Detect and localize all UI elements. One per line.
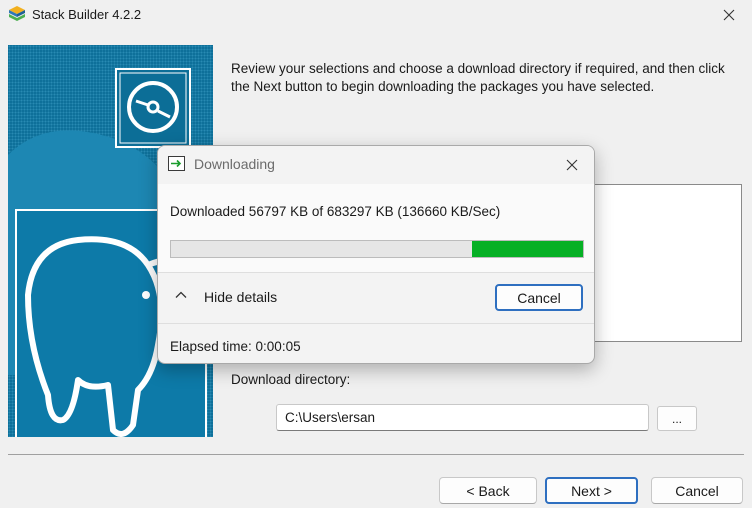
dialog-close-button[interactable] (562, 155, 582, 175)
dialog-title: Downloading (194, 156, 275, 172)
download-directory-label: Download directory: (231, 372, 351, 387)
dialog-cancel-button[interactable]: Cancel (495, 284, 583, 311)
download-dialog: Downloading Downloaded 56797 KB of 68329… (157, 145, 595, 364)
package-list[interactable] (580, 184, 742, 342)
window-title: Stack Builder 4.2.2 (32, 7, 142, 22)
elapsed-time: Elapsed time: 0:00:05 (170, 339, 301, 354)
details-row: Hide details Cancel (158, 273, 594, 323)
divider (8, 454, 744, 455)
progress-fill (471, 241, 583, 257)
next-button[interactable]: Next > (545, 477, 638, 504)
dialog-body: Downloaded 56797 KB of 683297 KB (136660… (158, 184, 594, 272)
close-icon (723, 9, 735, 21)
cancel-button[interactable]: Cancel (651, 477, 743, 504)
dialog-title-bar: Downloading (158, 146, 594, 184)
download-status: Downloaded 56797 KB of 683297 KB (136660… (170, 204, 501, 219)
download-directory-input[interactable]: C:\Users\ersan (276, 404, 649, 431)
dialog-separator (158, 323, 594, 324)
hide-details-toggle[interactable]: Hide details (204, 289, 277, 305)
window-close-button[interactable] (706, 0, 752, 30)
progress-bar (170, 240, 584, 258)
stack-builder-icon (9, 6, 25, 21)
intro-text: Review your selections and choose a down… (231, 61, 725, 94)
close-icon (566, 159, 578, 171)
download-arrow-icon (168, 156, 185, 171)
title-bar: Stack Builder 4.2.2 (0, 0, 752, 30)
chevron-up-icon[interactable] (174, 288, 188, 302)
back-button[interactable]: < Back (439, 477, 537, 504)
browse-button[interactable]: ... (657, 406, 697, 431)
